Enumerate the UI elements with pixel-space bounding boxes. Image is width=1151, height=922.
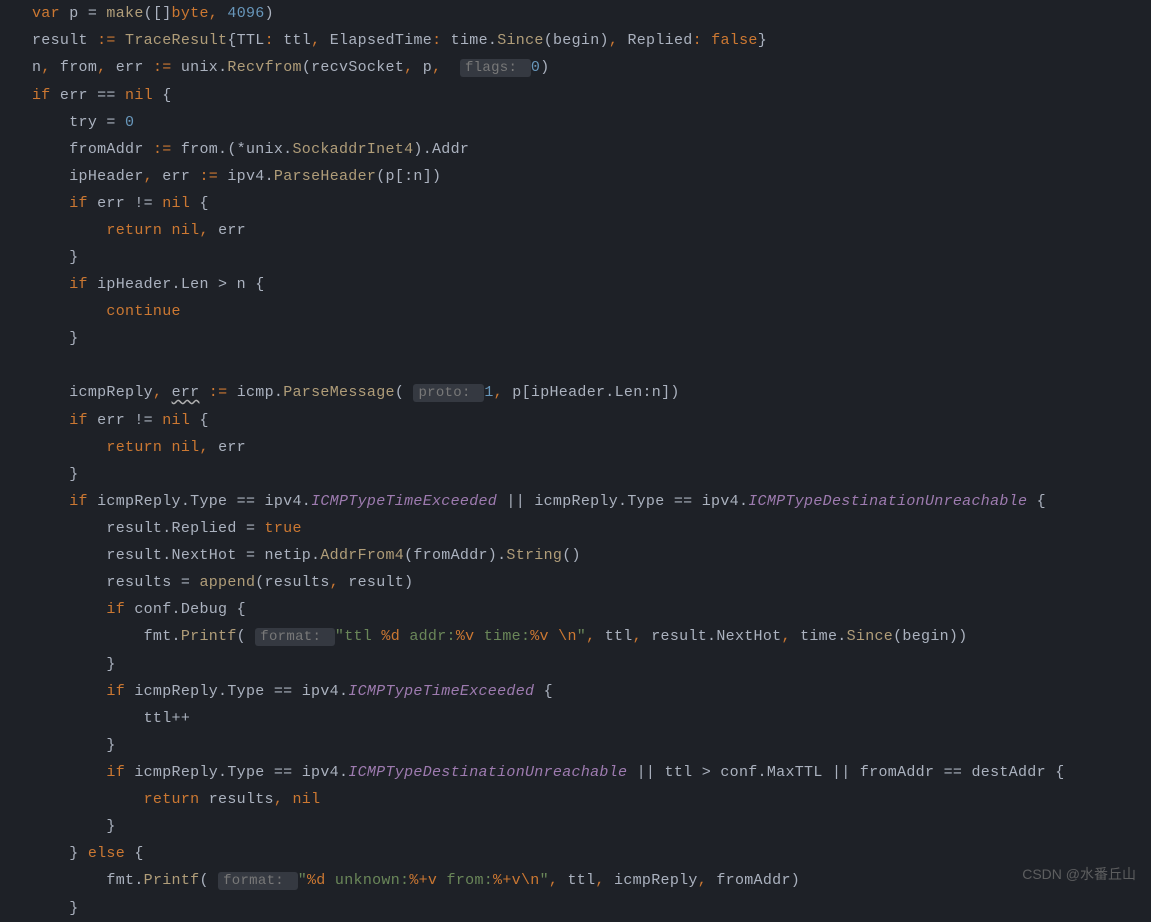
code-line[interactable]: } (32, 732, 1151, 759)
code-line[interactable]: if icmpReply.Type == ipv4.ICMPTypeDestin… (32, 759, 1151, 786)
code-line[interactable]: icmpReply, err := icmp.ParseMessage( pro… (32, 379, 1151, 407)
code-line[interactable]: continue (32, 298, 1151, 325)
param-hint: flags: (460, 59, 531, 77)
code-line[interactable]: if icmpReply.Type == ipv4.ICMPTypeTimeEx… (32, 678, 1151, 705)
code-editor[interactable]: var p = make([]byte, 4096)result := Trac… (0, 0, 1151, 922)
code-line[interactable]: result.Replied = true (32, 515, 1151, 542)
code-line[interactable]: return nil, err (32, 434, 1151, 461)
code-line[interactable]: var p = make([]byte, 4096) (32, 0, 1151, 27)
code-line[interactable]: if ipHeader.Len > n { (32, 271, 1151, 298)
code-line[interactable]: fromAddr := from.(*unix.SockaddrInet4).A… (32, 136, 1151, 163)
code-line[interactable]: } else { (32, 840, 1151, 867)
code-line[interactable]: ipHeader, err := ipv4.ParseHeader(p[:n]) (32, 163, 1151, 190)
code-line[interactable] (32, 352, 1151, 379)
code-line[interactable]: return nil, err (32, 217, 1151, 244)
param-hint: proto: (413, 384, 484, 402)
param-hint: format: (255, 628, 335, 646)
code-line[interactable]: if err == nil { (32, 82, 1151, 109)
code-line[interactable]: try = 0 (32, 109, 1151, 136)
code-line[interactable]: if err != nil { (32, 407, 1151, 434)
code-line[interactable]: if icmpReply.Type == ipv4.ICMPTypeTimeEx… (32, 488, 1151, 515)
code-line[interactable]: result.NextHot = netip.AddrFrom4(fromAdd… (32, 542, 1151, 569)
code-line[interactable]: if err != nil { (32, 190, 1151, 217)
code-line[interactable]: fmt.Printf( format: "%d unknown:%+v from… (32, 867, 1151, 895)
code-line[interactable]: if conf.Debug { (32, 596, 1151, 623)
param-hint: format: (218, 872, 298, 890)
code-line[interactable]: } (32, 895, 1151, 922)
code-line[interactable]: } (32, 244, 1151, 271)
code-line[interactable]: ttl++ (32, 705, 1151, 732)
watermark-text: CSDN @水番丘山 (1022, 861, 1136, 888)
code-line[interactable]: } (32, 813, 1151, 840)
code-line[interactable]: result := TraceResult{TTL: ttl, ElapsedT… (32, 27, 1151, 54)
code-line[interactable]: } (32, 325, 1151, 352)
code-line[interactable]: results = append(results, result) (32, 569, 1151, 596)
code-line[interactable]: } (32, 461, 1151, 488)
code-line[interactable]: return results, nil (32, 786, 1151, 813)
code-line[interactable]: n, from, err := unix.Recvfrom(recvSocket… (32, 54, 1151, 82)
code-line[interactable]: fmt.Printf( format: "ttl %d addr:%v time… (32, 623, 1151, 651)
code-line[interactable]: } (32, 651, 1151, 678)
